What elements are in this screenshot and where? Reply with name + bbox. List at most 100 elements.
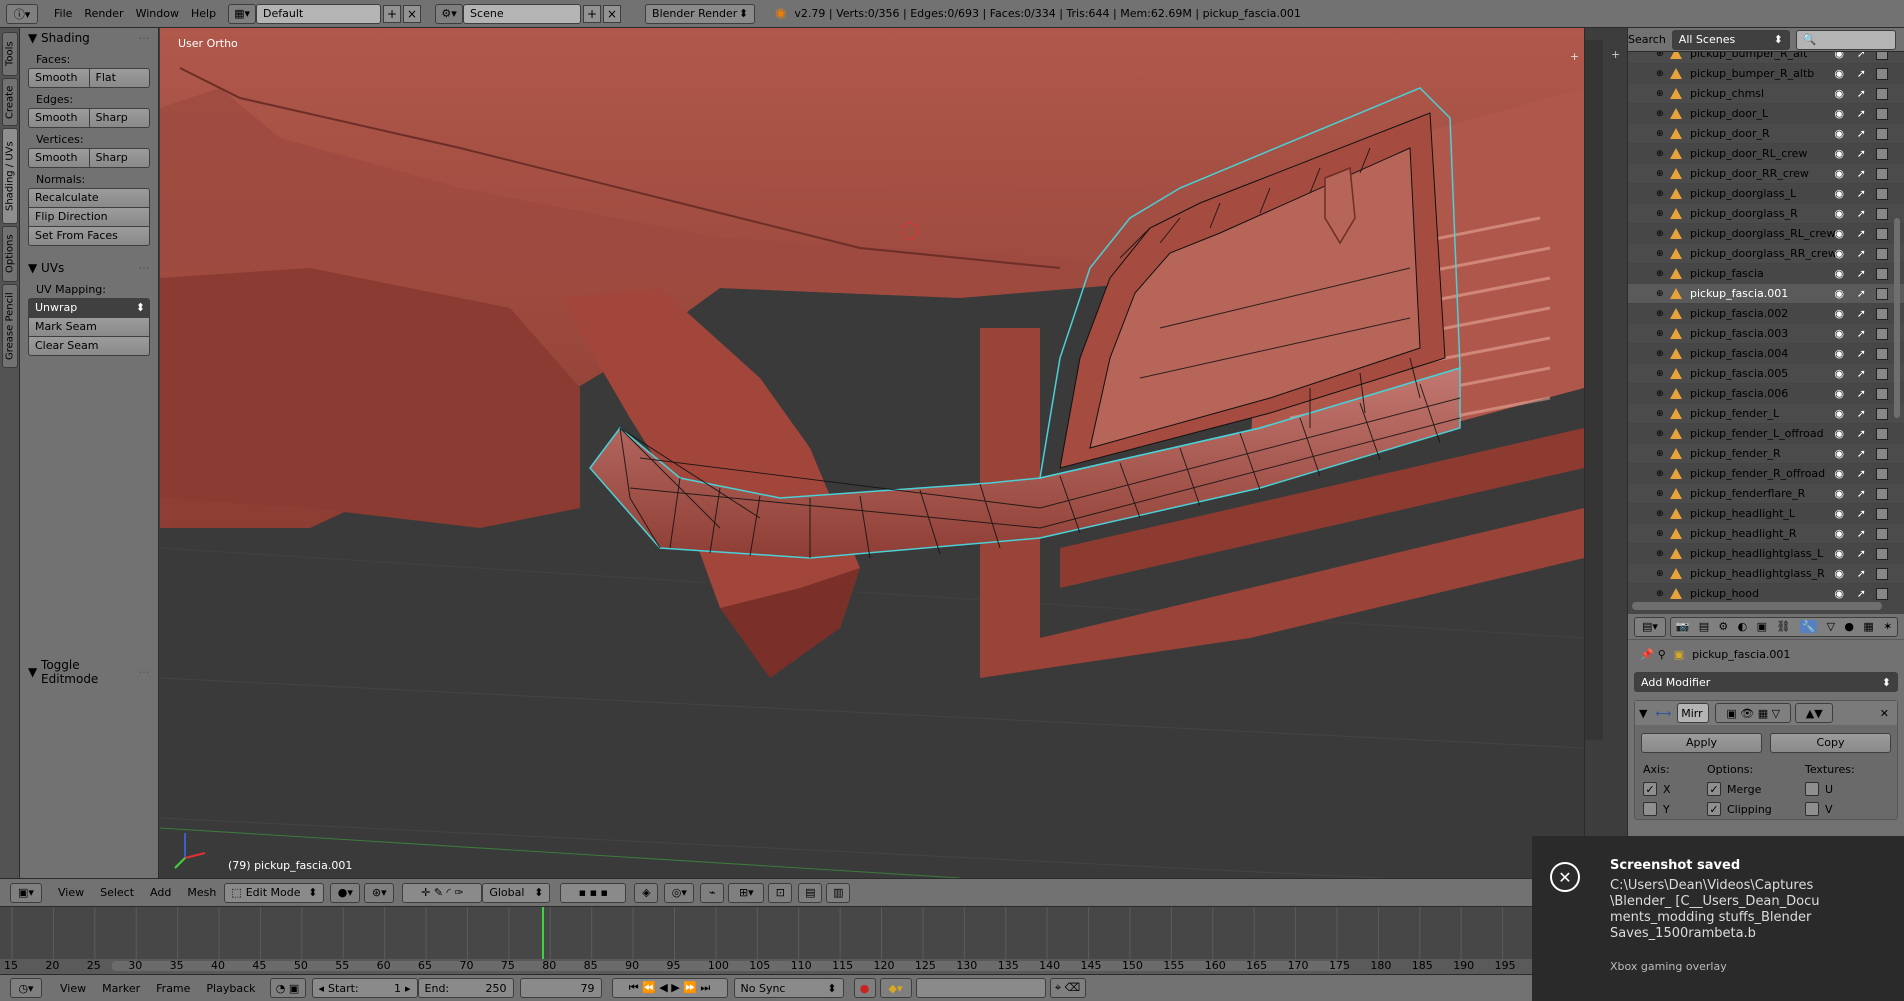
- visibility-eye-icon[interactable]: ◉: [1834, 307, 1844, 320]
- screen-layout-grid-icon[interactable]: ▦▾: [228, 3, 257, 24]
- outliner-item[interactable]: ⊕ pickup_fascia.004 ◉ ➚: [1628, 344, 1904, 364]
- properties-context-tabs[interactable]: 📷 ▤ ⚙ ◐ ▣ ⛓ 🔧 ▽ ● ▦ ✶: [1670, 616, 1898, 637]
- visibility-eye-icon[interactable]: ◉: [1834, 287, 1844, 300]
- selectable-cursor-icon[interactable]: ➚: [1857, 167, 1866, 180]
- editor-type-timeline-icon[interactable]: ◷▾: [10, 978, 42, 998]
- selectable-cursor-icon[interactable]: ➚: [1857, 447, 1866, 460]
- renderable-camera-icon[interactable]: [1876, 587, 1888, 600]
- outliner-tree[interactable]: ⊕ pickup_bumper_R_alt ◉ ➚ ⊕ pickup_bumper_R_a…: [1628, 52, 1904, 610]
- visibility-eye-icon[interactable]: ◉: [1834, 227, 1844, 240]
- selectable-cursor-icon[interactable]: ➚: [1857, 347, 1866, 360]
- add-modifier-menu[interactable]: Add Modifier ⬍: [1634, 672, 1898, 692]
- visibility-eye-icon[interactable]: ◉: [1834, 207, 1844, 220]
- selectable-cursor-icon[interactable]: ➚: [1857, 487, 1866, 500]
- visibility-eye-icon[interactable]: ◉: [1834, 187, 1844, 200]
- menu-render[interactable]: Render: [78, 4, 129, 24]
- renderable-camera-icon[interactable]: [1876, 207, 1888, 220]
- flip-direction-button[interactable]: Flip Direction: [28, 208, 150, 227]
- menu-frame[interactable]: Frame: [148, 982, 198, 995]
- visibility-eye-icon[interactable]: ◉: [1834, 347, 1844, 360]
- menu-help[interactable]: Help: [185, 4, 222, 24]
- selectable-cursor-icon[interactable]: ➚: [1857, 307, 1866, 320]
- timeline[interactable]: 15 20 25 30 35 40 45 50 55 60 65 70 75 80 85 90 95 100 105…: [0, 906, 1584, 975]
- preview-range-icon[interactable]: ◔ ▣: [269, 978, 306, 998]
- pivot-point-icon[interactable]: ⊛▾: [364, 882, 395, 903]
- outliner-item[interactable]: ⊕ pickup_bumper_R_altb ◉ ➚: [1628, 64, 1904, 84]
- outliner-item[interactable]: ⊕ pickup_fenderflare_R ◉ ➚: [1628, 484, 1904, 504]
- scene-field[interactable]: Scene: [463, 3, 582, 24]
- visibility-eye-icon[interactable]: ◉: [1834, 427, 1844, 440]
- renderable-camera-icon[interactable]: [1876, 167, 1888, 180]
- close-icon[interactable]: ✕: [1880, 707, 1889, 720]
- axis-y-checkbox[interactable]: Y: [1643, 802, 1707, 816]
- selection-mode-icons[interactable]: ▪ ▪ ▪: [560, 882, 627, 903]
- toggle-editmode-header[interactable]: ▼ Toggle Editmode ⋯: [20, 658, 158, 686]
- outliner-item[interactable]: ⊕ pickup_door_R ◉ ➚: [1628, 124, 1904, 144]
- selectable-cursor-icon[interactable]: ➚: [1857, 52, 1866, 60]
- screen-layout-field[interactable]: Default: [256, 3, 382, 24]
- selectable-cursor-icon[interactable]: ➚: [1857, 547, 1866, 560]
- renderable-camera-icon[interactable]: [1876, 247, 1888, 260]
- renderable-camera-icon[interactable]: [1876, 147, 1888, 160]
- scene-icon[interactable]: ⚙▾: [435, 3, 464, 24]
- faces-flat-button[interactable]: Flat: [89, 68, 150, 88]
- selectable-cursor-icon[interactable]: ➚: [1857, 367, 1866, 380]
- selectable-cursor-icon[interactable]: ➚: [1857, 207, 1866, 220]
- visibility-eye-icon[interactable]: ◉: [1834, 67, 1844, 80]
- outliner-item[interactable]: ⊕ pickup_fender_R ◉ ➚: [1628, 444, 1904, 464]
- outliner-item[interactable]: ⊕ pickup_door_RR_crew ◉ ➚: [1628, 164, 1904, 184]
- unwrap-menu[interactable]: Unwrap ⬍: [28, 298, 150, 318]
- selectable-cursor-icon[interactable]: ➚: [1857, 467, 1866, 480]
- menu-playback[interactable]: Playback: [198, 982, 263, 995]
- visibility-eye-icon[interactable]: ◉: [1834, 527, 1844, 540]
- uvs-panel-header[interactable]: ▼ UVs ⋯: [20, 258, 158, 278]
- orientation-select[interactable]: Global ⬍: [482, 882, 551, 903]
- snap-element-icon[interactable]: ⊞▾: [728, 882, 765, 903]
- renderable-camera-icon[interactable]: [1876, 287, 1888, 300]
- menu-view[interactable]: View: [50, 886, 92, 899]
- end-frame-field[interactable]: End: 250: [417, 978, 514, 998]
- record-icon[interactable]: ●: [853, 978, 876, 998]
- renderable-camera-icon[interactable]: [1876, 567, 1888, 580]
- selectable-cursor-icon[interactable]: ➚: [1857, 227, 1866, 240]
- pin-icon[interactable]: 📌: [1640, 648, 1654, 661]
- outliner-item[interactable]: ⊕ pickup_headlight_R ◉ ➚: [1628, 524, 1904, 544]
- visibility-eye-icon[interactable]: ◉: [1834, 547, 1844, 560]
- sync-mode-select[interactable]: No Sync ⬍: [733, 978, 844, 998]
- layers-tab-icon[interactable]: ▤: [1699, 620, 1709, 633]
- selectable-cursor-icon[interactable]: ➚: [1857, 187, 1866, 200]
- tab-options[interactable]: Options: [2, 226, 18, 282]
- snap-target-icon[interactable]: ⊡: [768, 882, 793, 903]
- visibility-eye-icon[interactable]: ◉: [1834, 407, 1844, 420]
- screenshot-notification[interactable]: ✕ Screenshot saved C:\Users\Dean\Videos\…: [1532, 836, 1904, 1001]
- visibility-eye-icon[interactable]: ◉: [1834, 467, 1844, 480]
- collapse-triangle-icon[interactable]: ▼: [1639, 707, 1647, 720]
- outliner-item[interactable]: ⊕ pickup_chmsl ◉ ➚: [1628, 84, 1904, 104]
- selectable-cursor-icon[interactable]: ➚: [1857, 147, 1866, 160]
- active-keying-set-field[interactable]: [915, 978, 1046, 998]
- renderable-camera-icon[interactable]: [1876, 467, 1888, 480]
- outliner-item[interactable]: ⊕ pickup_fender_R_offroad ◉ ➚: [1628, 464, 1904, 484]
- snap-toggle-icon[interactable]: ⌁: [700, 882, 725, 903]
- menu-mesh[interactable]: Mesh: [179, 886, 224, 899]
- selectable-cursor-icon[interactable]: ➚: [1857, 507, 1866, 520]
- menu-add[interactable]: Add: [142, 886, 179, 899]
- visibility-eye-icon[interactable]: ◉: [1834, 127, 1844, 140]
- object-tab-icon[interactable]: ▣: [1757, 620, 1767, 633]
- renderable-camera-icon[interactable]: [1876, 487, 1888, 500]
- remove-layout-x-icon[interactable]: ×: [403, 4, 422, 23]
- renderable-camera-icon[interactable]: [1876, 227, 1888, 240]
- menu-marker[interactable]: Marker: [94, 982, 148, 995]
- tab-create[interactable]: Create: [2, 78, 18, 126]
- outliner-item[interactable]: ⊕ pickup_fascia.003 ◉ ➚: [1628, 324, 1904, 344]
- selectable-cursor-icon[interactable]: ➚: [1857, 67, 1866, 80]
- visibility-eye-icon[interactable]: ◉: [1834, 167, 1844, 180]
- outliner-item[interactable]: ⊕ pickup_fascia.002 ◉ ➚: [1628, 304, 1904, 324]
- visibility-eye-icon[interactable]: ◉: [1834, 567, 1844, 580]
- visibility-eye-icon[interactable]: ◉: [1834, 247, 1844, 260]
- recalculate-button[interactable]: Recalculate: [28, 188, 150, 208]
- renderable-camera-icon[interactable]: [1876, 367, 1888, 380]
- tab-shading-uvs[interactable]: Shading / UVs: [2, 128, 18, 224]
- mode-select[interactable]: ⬚ Edit Mode ⬍: [224, 882, 325, 903]
- visibility-eye-icon[interactable]: ◉: [1834, 367, 1844, 380]
